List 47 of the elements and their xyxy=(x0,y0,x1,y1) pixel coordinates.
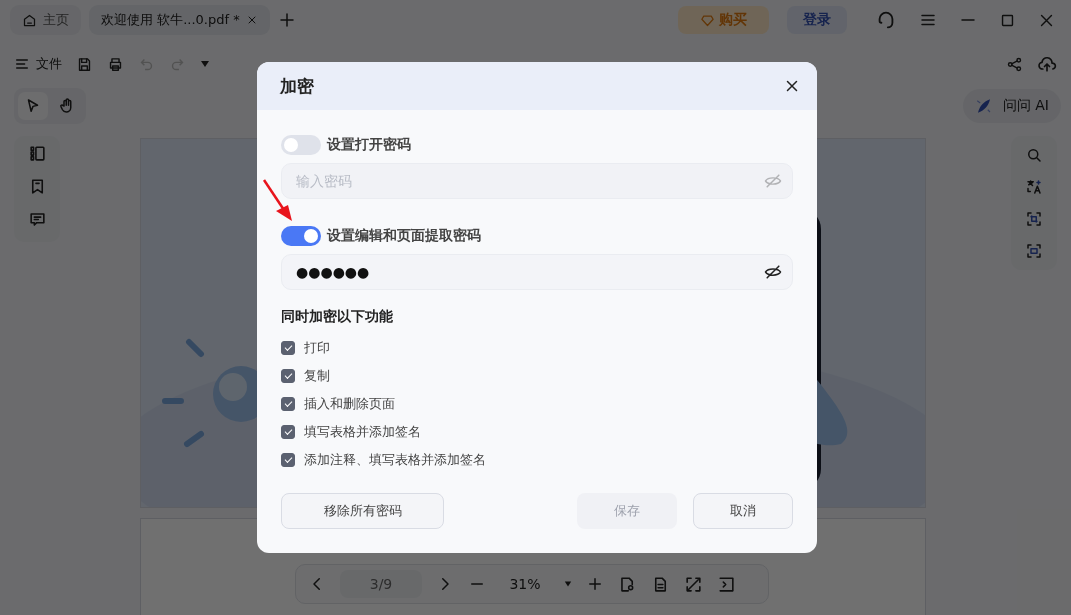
menu-icon[interactable] xyxy=(14,56,30,72)
checkbox-label: 复制 xyxy=(304,367,330,385)
zoom-in-icon[interactable] xyxy=(586,575,604,593)
dialog-title: 加密 xyxy=(280,74,314,98)
checkbox[interactable] xyxy=(281,397,295,411)
save-icon[interactable] xyxy=(76,55,93,73)
remove-passwords-button[interactable]: 移除所有密码 xyxy=(281,493,444,529)
share-icon[interactable] xyxy=(1006,55,1023,73)
upload-cloud-icon[interactable] xyxy=(1037,54,1057,74)
dropdown-icon[interactable] xyxy=(564,580,572,588)
thumbnails-icon[interactable] xyxy=(27,144,47,163)
checkbox-label: 插入和删除页面 xyxy=(304,395,395,413)
comment-icon[interactable] xyxy=(27,210,47,229)
cancel-button[interactable]: 取消 xyxy=(693,493,793,529)
checkbox-label: 填写表格并添加签名 xyxy=(304,423,421,441)
toggle-switch[interactable] xyxy=(281,135,321,155)
option-label: 设置编辑和页面提取密码 xyxy=(327,227,481,245)
ai-button[interactable]: 问问 AI xyxy=(962,89,1061,123)
toggle-switch[interactable] xyxy=(281,226,321,246)
fullscreen-icon[interactable] xyxy=(684,574,703,594)
checkbox[interactable] xyxy=(281,425,295,439)
checkbox[interactable] xyxy=(281,341,295,355)
checkbox-label: 添加注释、填写表格并添加签名 xyxy=(304,451,486,469)
print-icon[interactable] xyxy=(107,55,124,73)
checkbox[interactable] xyxy=(281,369,295,383)
password-field[interactable]: ●●●●●● xyxy=(281,254,793,290)
document-tab[interactable]: 欢迎使用 软牛...0.pdf * xyxy=(89,5,270,35)
home-tab[interactable]: 主页 xyxy=(10,5,81,35)
zoom-level[interactable]: 31% xyxy=(500,576,550,592)
checkbox[interactable] xyxy=(281,453,295,467)
login-button[interactable]: 登录 xyxy=(787,6,847,34)
add-tab-icon[interactable] xyxy=(277,11,296,29)
translate-icon[interactable] xyxy=(1025,178,1043,196)
page-number-field[interactable]: 3/9 xyxy=(340,570,422,598)
select-tool[interactable] xyxy=(18,92,48,120)
file-menu[interactable]: 文件 xyxy=(14,55,62,73)
checkbox-label: 打印 xyxy=(304,339,330,357)
option-label: 设置打开密码 xyxy=(327,136,411,154)
screen-record-icon[interactable] xyxy=(1025,242,1043,260)
search-icon[interactable] xyxy=(1025,146,1043,164)
crop-icon[interactable] xyxy=(1025,210,1043,228)
exit-icon[interactable] xyxy=(717,574,736,594)
dropdown-icon[interactable] xyxy=(200,59,210,69)
section-title: 同时加密以下功能 xyxy=(281,308,394,326)
arrow-annotation xyxy=(262,178,294,222)
home-icon[interactable] xyxy=(22,12,37,28)
buy-button[interactable]: 购买 xyxy=(678,6,769,34)
